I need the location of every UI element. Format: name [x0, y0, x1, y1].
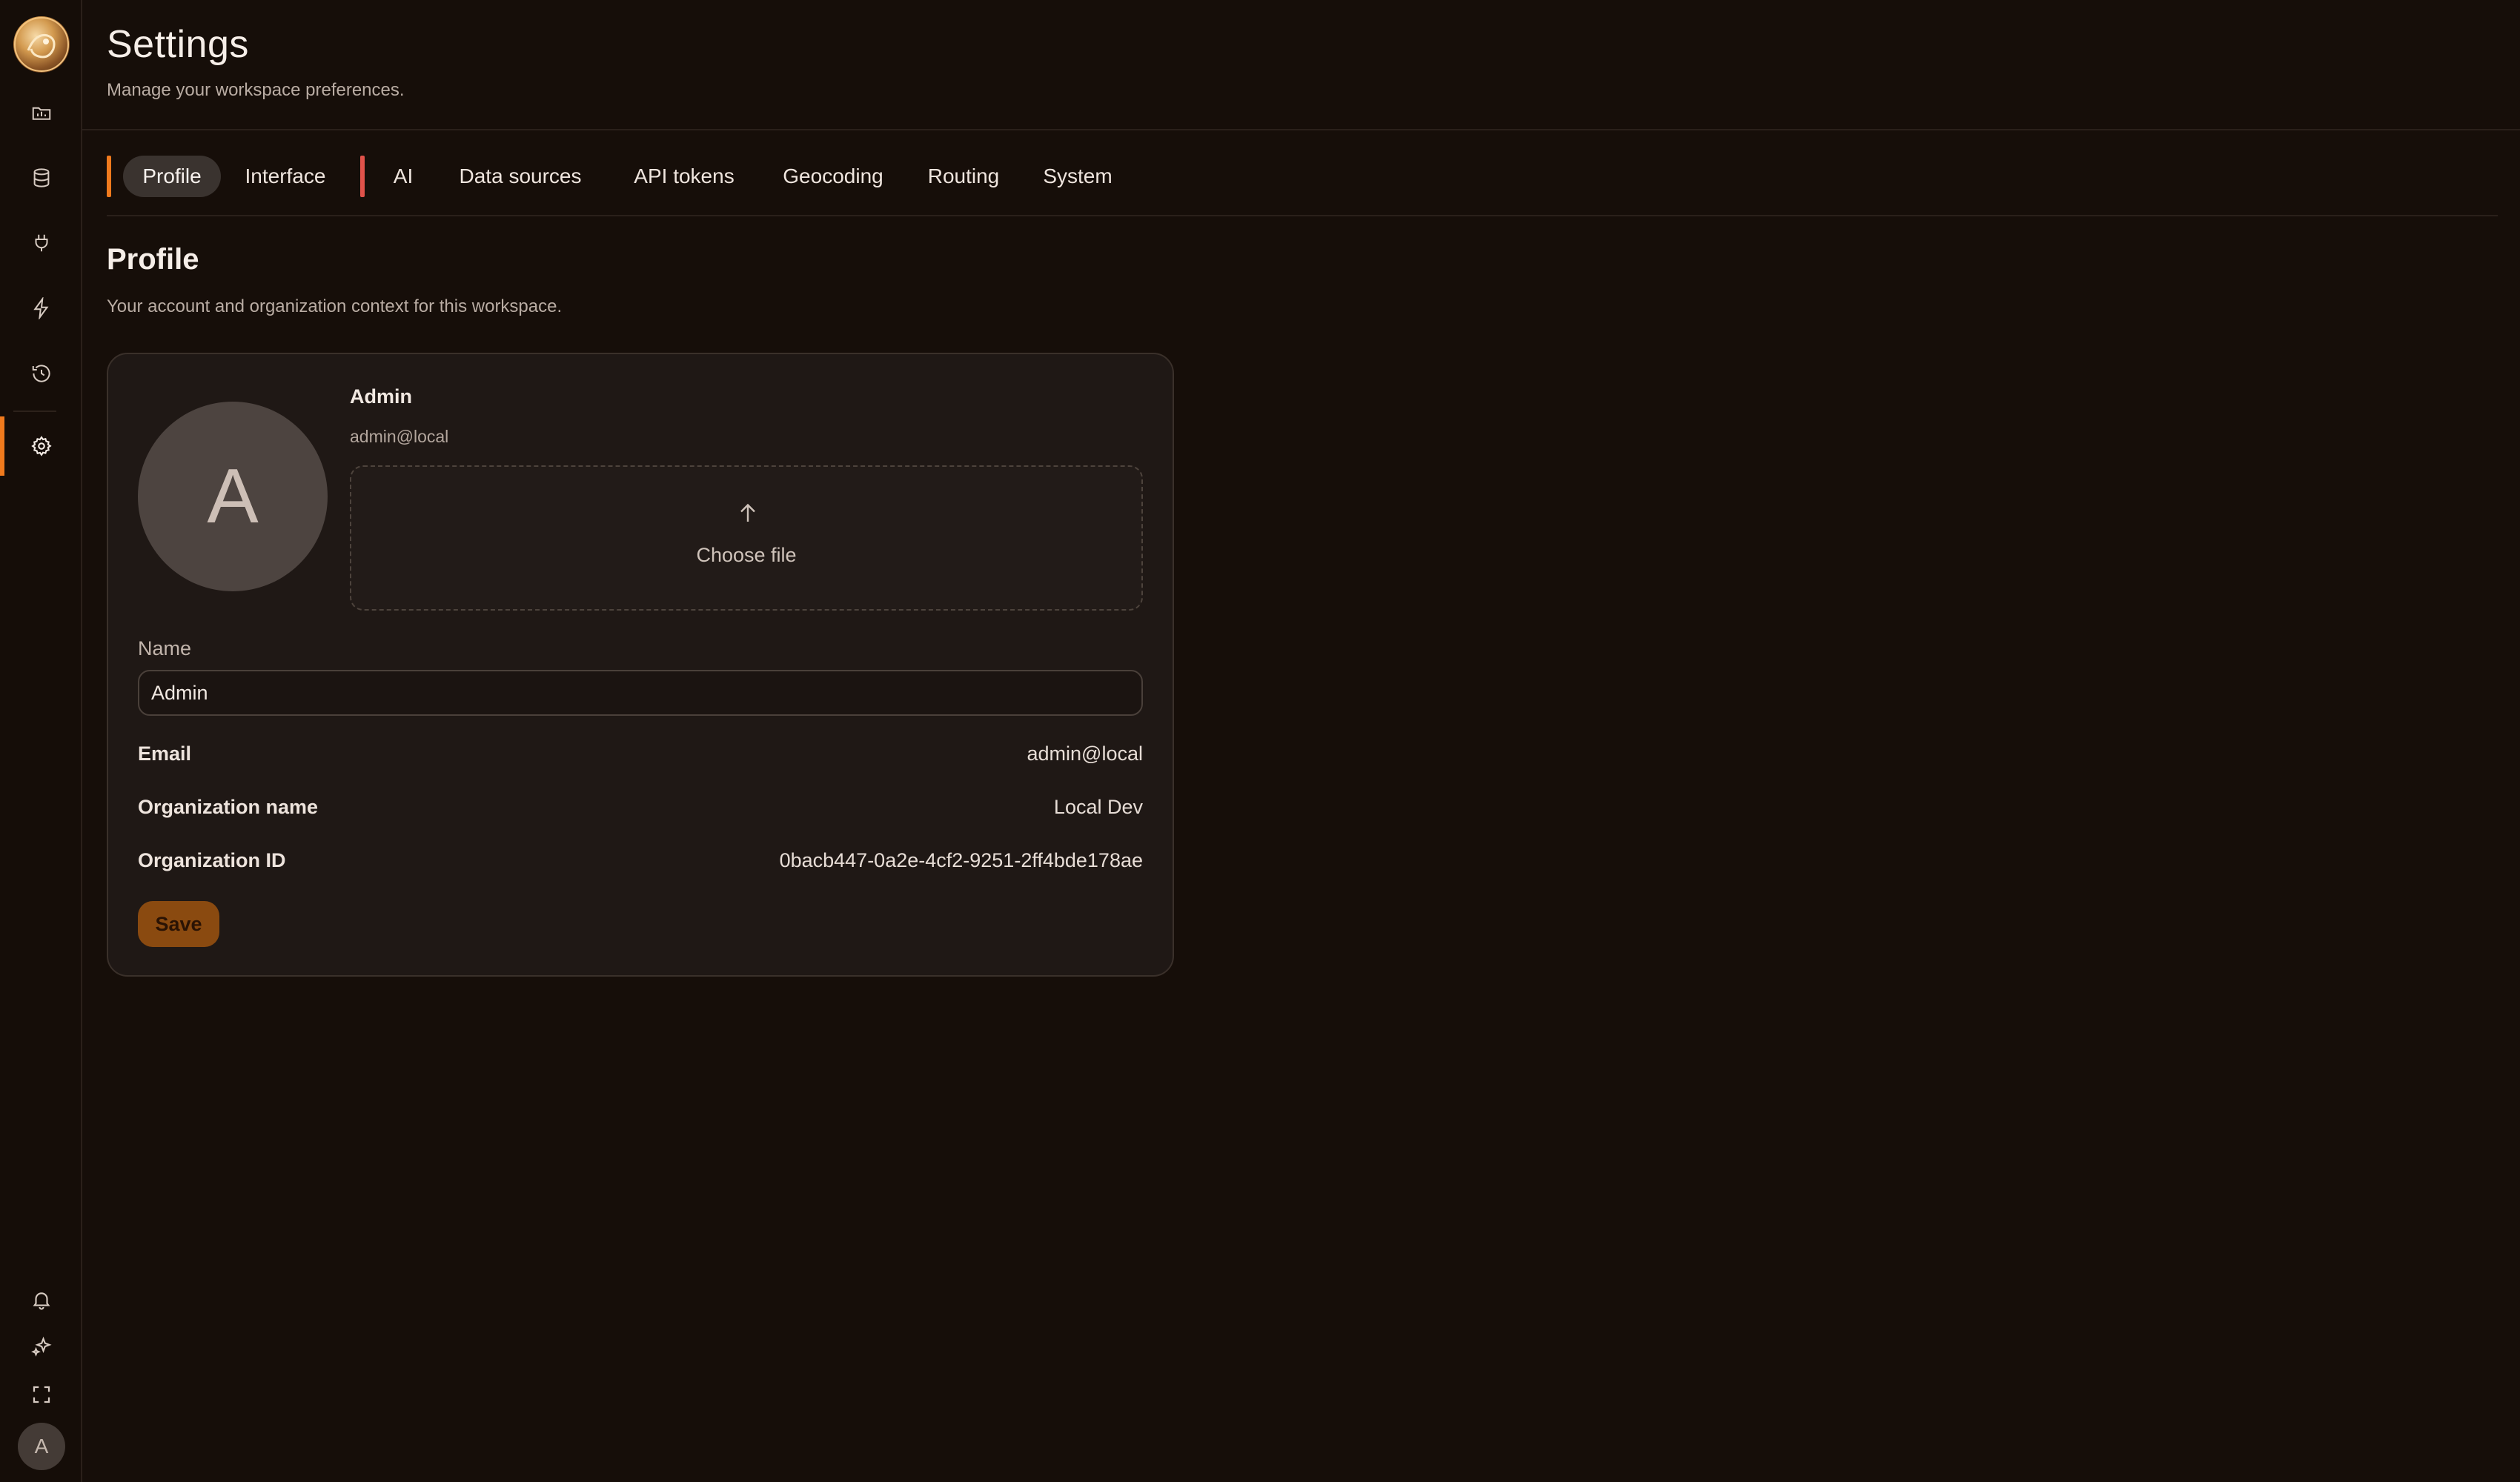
tab-routing[interactable]: Routing [907, 156, 1020, 197]
history-icon [32, 365, 50, 382]
tab-group-marker-personal [107, 156, 111, 197]
email-row-label: Email [138, 742, 192, 765]
profile-email: admin@local [350, 427, 449, 446]
logo-emblem-icon [14, 17, 69, 72]
sidebar-item-settings[interactable] [27, 431, 56, 461]
organization-name-label: Organization name [138, 796, 319, 818]
sidebar: A [0, 0, 82, 1482]
sidebar-item-history[interactable] [27, 359, 56, 388]
profile-name: Admin [350, 385, 412, 408]
bell-icon [33, 1292, 50, 1310]
tab-geocoding[interactable]: Geocoding [766, 156, 900, 197]
email-row-value: admin@local [1027, 742, 1143, 765]
tab-data-sources[interactable]: Data sources [439, 156, 602, 197]
profile-avatar-initial: A [207, 453, 259, 539]
notifications-button[interactable] [27, 1285, 56, 1315]
tab-ai[interactable]: AI [377, 156, 430, 197]
section-description: Your account and organization context fo… [107, 296, 563, 316]
folder-chart-icon [32, 107, 51, 120]
sidebar-item-automations[interactable] [27, 293, 56, 323]
name-field-label: Name [138, 637, 192, 659]
avatar-upload-dropzone[interactable]: Choose file [350, 465, 1143, 611]
user-avatar-initial: A [34, 1435, 49, 1458]
tab-interface[interactable]: Interface [228, 156, 342, 197]
name-input[interactable] [138, 670, 1143, 716]
profile-avatar: A [138, 402, 328, 591]
sidebar-divider [13, 411, 56, 412]
lightning-icon [33, 297, 49, 319]
profile-card: A Admin admin@local Choose file Name Ema… [107, 353, 1174, 977]
sidebar-item-databases[interactable] [27, 163, 56, 193]
plug-icon [35, 234, 48, 252]
arrow-up-icon [740, 503, 755, 522]
header-divider [82, 129, 2520, 130]
organization-id-label: Organization ID [138, 849, 286, 871]
user-avatar-button[interactable]: A [18, 1423, 65, 1470]
sidebar-active-indicator [0, 416, 4, 476]
tab-api-tokens[interactable]: API tokens [611, 156, 757, 197]
gear-icon [31, 436, 52, 456]
tab-system[interactable]: System [1026, 156, 1130, 197]
assistant-button[interactable] [27, 1332, 56, 1362]
page-title: Settings [107, 23, 249, 66]
app-logo[interactable] [13, 16, 70, 73]
page-subtitle: Manage your workspace preferences. [107, 80, 405, 100]
save-button[interactable]: Save [138, 901, 219, 947]
sparkles-icon [31, 1336, 52, 1357]
organization-id-value: 0bacb447-0a2e-4cf2-9251-2ff4bde178ae [779, 849, 1143, 871]
choose-file-label: Choose file [696, 544, 797, 566]
database-icon [33, 168, 50, 187]
settings-tabs: Profile Interface AI Data sources API to… [107, 154, 1218, 199]
fullscreen-button[interactable] [27, 1380, 56, 1409]
tab-group-marker-workspace [360, 156, 365, 197]
organization-name-value: Local Dev [1053, 796, 1143, 818]
sidebar-item-integrations[interactable] [27, 228, 56, 258]
sidebar-item-projects[interactable] [27, 98, 56, 127]
tabs-divider [107, 215, 2498, 216]
tab-profile[interactable]: Profile [123, 156, 221, 197]
section-title: Profile [107, 243, 199, 276]
fullscreen-icon [33, 1386, 50, 1403]
